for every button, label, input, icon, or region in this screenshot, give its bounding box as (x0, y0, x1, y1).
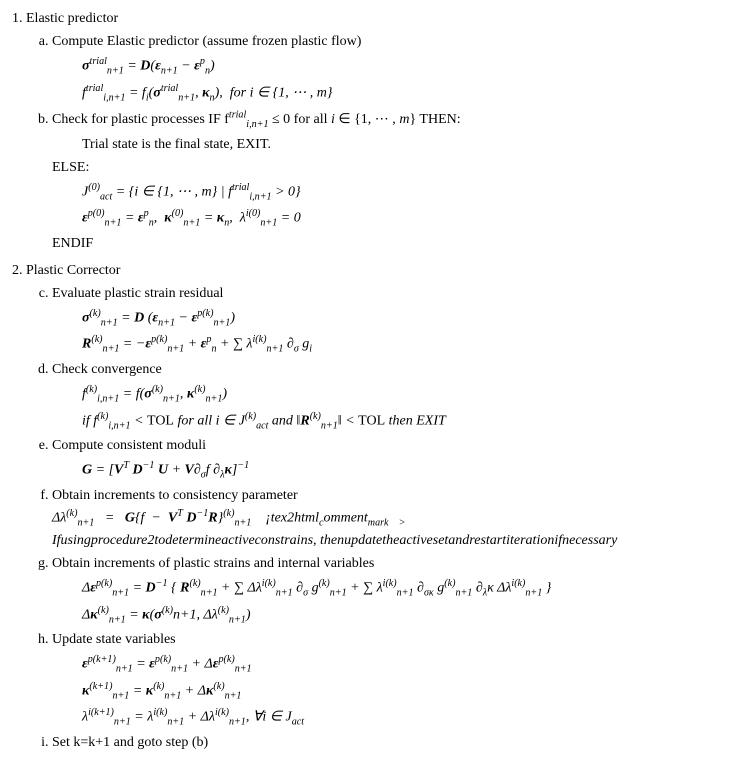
step-a-eq2: ftriali,n+1 = fi(σtrialn+1, κn), for i ∈… (52, 81, 726, 106)
step-b-label: Check for plastic processes IF ftriali,n… (52, 112, 461, 127)
step-i: Set k=k+1 and goto step (b) (52, 732, 726, 753)
step-h-eq1: εp(k+1)n+1 = εp(k)n+1 + Δεp(k)n+1 (52, 652, 726, 677)
step-b-endif: ENDIF (52, 233, 726, 254)
step-a-eq1: σtrialn+1 = D(εn+1 − εpn) (52, 54, 726, 79)
step-f-eq1: Δλ(k)n+1 = G{f − VT D−1R}(k)n+1 ¡tex2htm… (52, 506, 726, 531)
step-c-eq2: R(k)n+1 = −εp(k)n+1 + εpn + ∑ λi(k)n+1 ∂… (52, 332, 726, 357)
step-f-label: Obtain increments to consistency paramet… (52, 488, 298, 503)
step-e: Compute consistent moduli G = [VT D−1 U … (52, 435, 726, 483)
step-b-eq1: J(0)act = {i ∈ {1, ⋯ , m} | ftriali,n+1 … (52, 180, 726, 205)
step-c-label: Evaluate plastic strain residual (52, 286, 223, 301)
step-c-eq1: σ(k)n+1 = D (εn+1 − εp(k)n+1) (52, 306, 726, 331)
step-d-label: Check convergence (52, 362, 162, 377)
step-h-label: Update state variables (52, 632, 176, 647)
step-b-eq2: εp(0)n+1 = εpn, κ(0)n+1 = κn, λi(0)n+1 =… (52, 206, 726, 231)
step-h: Update state variables εp(k+1)n+1 = εp(k… (52, 629, 726, 730)
step-d: Check convergence f(k)i,n+1 = f(σ(k)n+1,… (52, 359, 726, 433)
step-g-eq2: Δκ(k)n+1 = κ(σ(k)n+1, Δλ(k)n+1) (52, 603, 726, 628)
step-g-label: Obtain increments of plastic strains and… (52, 556, 374, 571)
step-h-eq2: κ(k+1)n+1 = κ(k)n+1 + Δκ(k)n+1 (52, 679, 726, 704)
step-g-eq1: Δεp(k)n+1 = D−1 { R(k)n+1 + ∑ Δλi(k)n+1 … (52, 576, 726, 601)
step-e-eq1: G = [VT D−1 U + V∂σf ∂λκ]−1 (52, 458, 726, 483)
step-f-eq2: Ifusingprocedure2todetermineactiveconstr… (52, 530, 726, 551)
step-b-trial: Trial state is the final state, EXIT. (52, 134, 726, 155)
step-g: Obtain increments of plastic strains and… (52, 553, 726, 627)
section-2-steps: Evaluate plastic strain residual σ(k)n+1… (26, 283, 726, 753)
section-1-steps: Compute Elastic predictor (assume frozen… (26, 31, 726, 254)
section-1-title: Elastic predictor (26, 8, 726, 29)
step-f: Obtain increments to consistency paramet… (52, 485, 726, 552)
step-c: Evaluate plastic strain residual σ(k)n+1… (52, 283, 726, 357)
step-b: Check for plastic processes IF ftriali,n… (52, 107, 726, 254)
step-d-eq1: f(k)i,n+1 = f(σ(k)n+1, κ(k)n+1) (52, 382, 726, 407)
step-b-else: ELSE: (52, 157, 726, 178)
section-2: Plastic Corrector Evaluate plastic strai… (26, 260, 726, 753)
step-a: Compute Elastic predictor (assume frozen… (52, 31, 726, 105)
step-a-label: Compute Elastic predictor (assume frozen… (52, 34, 361, 49)
section-1: Elastic predictor Compute Elastic predic… (26, 8, 726, 254)
step-e-label: Compute consistent moduli (52, 438, 206, 453)
algorithm-list: Elastic predictor Compute Elastic predic… (8, 8, 726, 753)
step-i-label: Set k=k+1 and goto step (b) (52, 735, 208, 750)
section-2-title: Plastic Corrector (26, 260, 726, 281)
step-h-eq3: λi(k+1)n+1 = λi(k)n+1 + Δλi(k)n+1, ∀i ∈ … (52, 705, 726, 730)
step-d-eq2: if f(k)i,n+1 < TOL for all i ∈ J(k)act a… (52, 409, 726, 434)
